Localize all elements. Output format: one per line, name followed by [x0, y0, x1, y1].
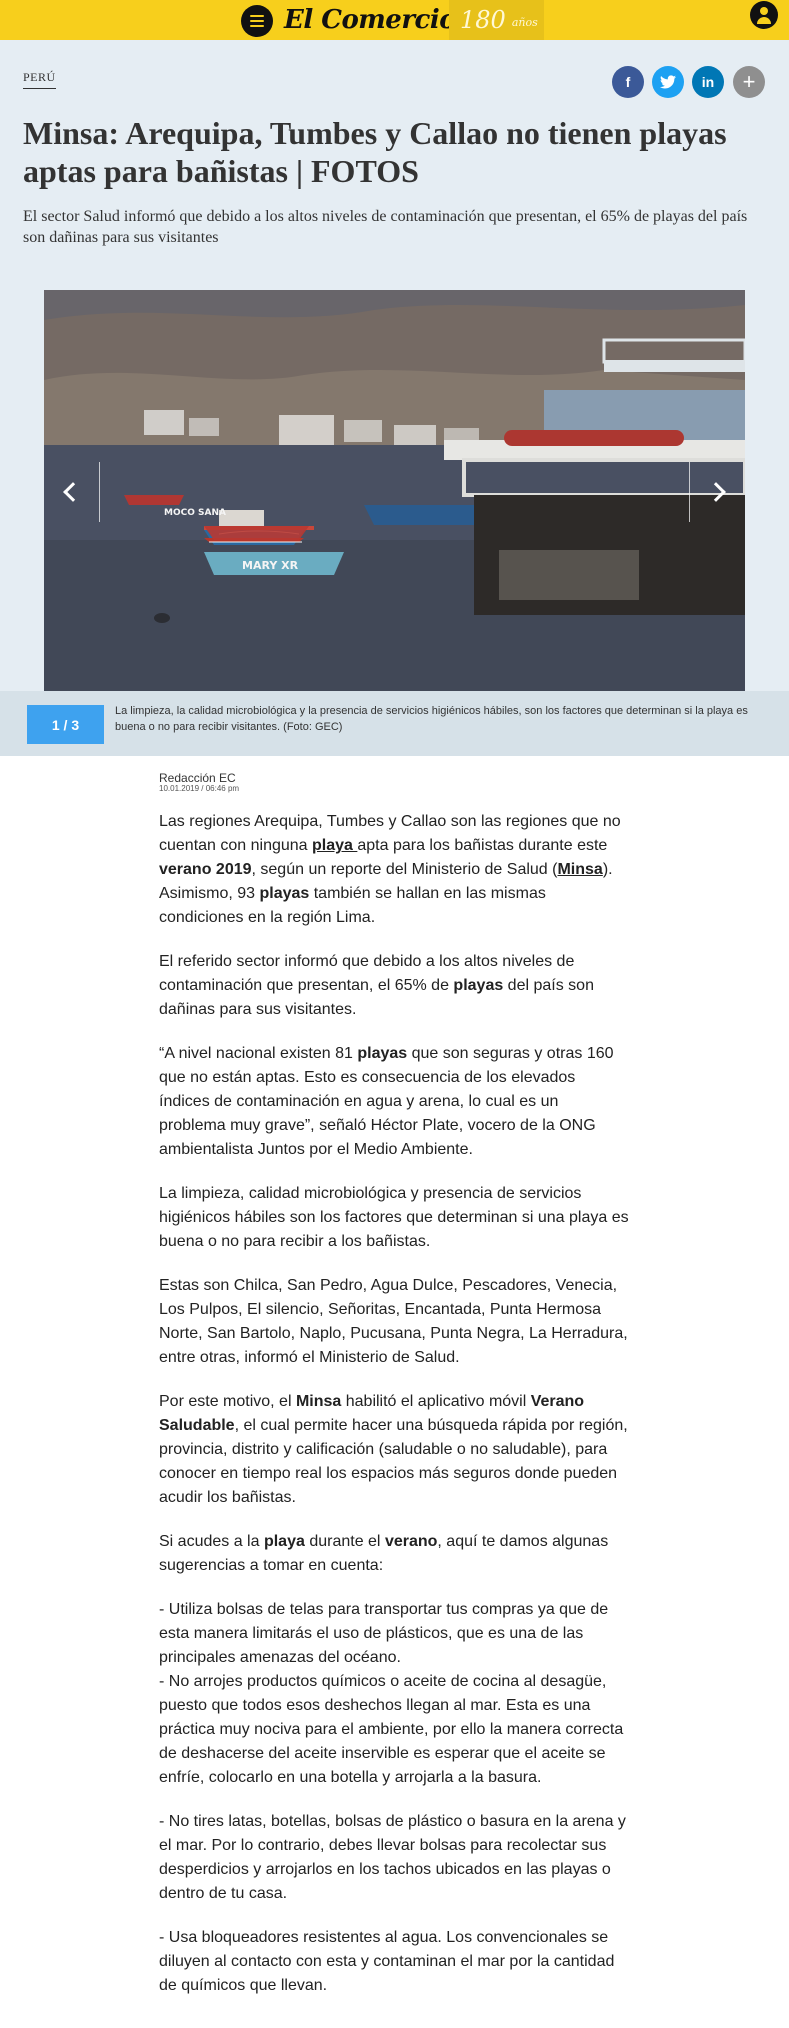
paragraph-1: Las regiones Arequipa, Tumbes y Callao s…: [159, 810, 629, 930]
publish-date: 10.01.2019 / 06:46 pm: [159, 784, 240, 793]
gallery-next-button[interactable]: [689, 462, 729, 522]
minsa-link[interactable]: Minsa: [557, 861, 602, 878]
text-span: durante el: [304, 1533, 385, 1550]
paragraph-3: “A nivel nacional existen 81 playas que …: [159, 1042, 629, 1162]
menu-button[interactable]: [241, 5, 273, 37]
tip-1: - Utiliza bolsas de telas para transport…: [159, 1601, 609, 1666]
article-body: Las regiones Arequipa, Tumbes y Callao s…: [159, 810, 629, 2018]
text-span: Por este motivo, el: [159, 1393, 296, 1410]
author-name: Redacción EC: [159, 771, 236, 785]
anniversary-word: años: [511, 15, 538, 29]
share-linkedin-button[interactable]: in: [692, 66, 724, 98]
hamburger-menu-icon: [250, 15, 264, 27]
tip-2: - No arrojes productos químicos o aceite…: [159, 1673, 624, 1786]
section-link[interactable]: PERÚ: [23, 70, 56, 89]
top-header-bar: El Comercio 180 años: [0, 0, 789, 40]
linkedin-icon: in: [701, 74, 715, 90]
harbor-photo-illustration: MOCO SANA MARY XR: [44, 290, 745, 691]
twitter-icon: [660, 75, 676, 89]
share-facebook-button[interactable]: f: [612, 66, 644, 98]
plus-icon: +: [742, 69, 756, 94]
share-twitter-button[interactable]: [652, 66, 684, 98]
playa-link[interactable]: playa: [312, 837, 357, 854]
anniversary-badge: 180 años: [449, 0, 544, 40]
tips-block-1: - Utiliza bolsas de telas para transport…: [159, 1598, 629, 1790]
site-logo: El Comercio: [284, 5, 457, 35]
bold-text: playas: [453, 977, 504, 994]
bold-text: playas: [357, 1045, 408, 1062]
article-subheadline: El sector Salud informó que debido a los…: [23, 208, 748, 246]
text-span: habilitó el aplicativo móvil: [341, 1393, 531, 1410]
chevron-left-icon: [63, 482, 83, 502]
user-account-button[interactable]: [750, 1, 778, 29]
text-span: , según un reporte del Ministerio de Sal…: [251, 861, 558, 878]
gallery-photo[interactable]: MOCO SANA MARY XR: [44, 290, 745, 691]
user-icon-body: [757, 17, 771, 24]
bold-text: playa: [263, 1533, 305, 1550]
paragraph-4: La limpieza, calidad microbiológica y pr…: [159, 1185, 629, 1250]
bold-text: playas: [259, 885, 310, 902]
gallery-caption: La limpieza, la calidad microbiológica y…: [115, 705, 748, 733]
paragraph-2: El referido sector informó que debido a …: [159, 950, 629, 1022]
user-icon: [760, 7, 768, 15]
facebook-icon: f: [625, 74, 631, 90]
logo-link[interactable]: El Comercio: [284, 0, 457, 40]
share-more-button[interactable]: +: [733, 66, 765, 98]
text-span: Si acudes a la: [159, 1533, 264, 1550]
text-span: “A nivel nacional existen 81: [159, 1045, 358, 1062]
bold-text: verano 2019: [159, 861, 252, 878]
anniversary-number: 180: [460, 6, 506, 34]
paragraph-5: Estas son Chilca, San Pedro, Agua Dulce,…: [159, 1277, 628, 1366]
bold-text: Minsa: [295, 1393, 342, 1410]
tip-4: - Usa bloqueadores resistentes al agua. …: [159, 1929, 615, 1994]
tip-3: - No tires latas, botellas, bolsas de pl…: [159, 1813, 626, 1902]
paragraph-6: Por este motivo, el Minsa habilitó el ap…: [159, 1390, 629, 1510]
chevron-right-icon: [706, 482, 726, 502]
bold-text: verano: [384, 1533, 438, 1550]
paragraph-7: Si acudes a la playa durante el verano, …: [159, 1530, 629, 1578]
article-headline: Minsa: Arequipa, Tumbes y Callao no tien…: [23, 115, 727, 189]
text-span: apta para los bañistas durante este: [357, 837, 608, 854]
gallery-counter[interactable]: 1 / 3: [27, 705, 104, 744]
gallery-prev-button[interactable]: [60, 462, 100, 522]
